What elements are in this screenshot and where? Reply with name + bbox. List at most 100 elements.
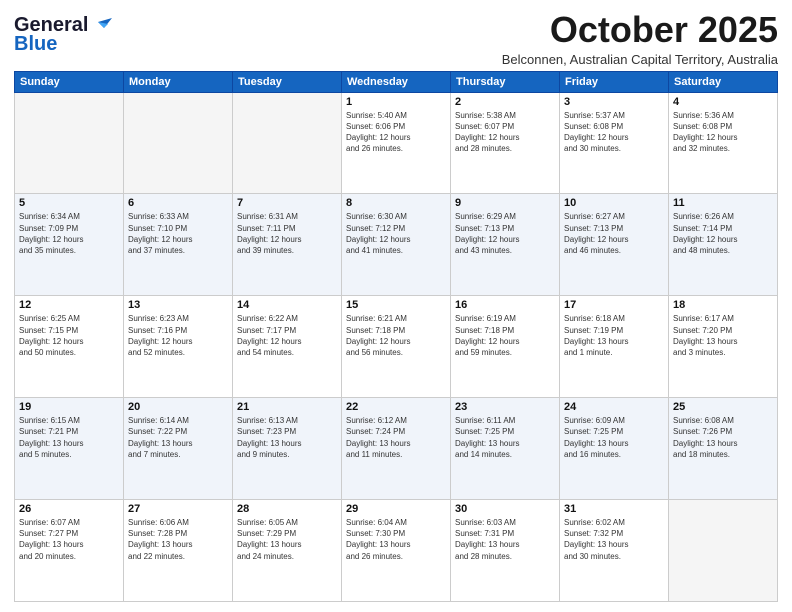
day-number: 18 <box>673 299 773 311</box>
day-number: 8 <box>346 197 446 209</box>
day-info: Sunrise: 6:18 AMSunset: 7:19 PMDaylight:… <box>564 313 664 358</box>
day-number: 10 <box>564 197 664 209</box>
day-info: Sunrise: 6:29 AMSunset: 7:13 PMDaylight:… <box>455 211 555 256</box>
day-info: Sunrise: 6:12 AMSunset: 7:24 PMDaylight:… <box>346 415 446 460</box>
day-info: Sunrise: 6:07 AMSunset: 7:27 PMDaylight:… <box>19 517 119 562</box>
day-info: Sunrise: 6:11 AMSunset: 7:25 PMDaylight:… <box>455 415 555 460</box>
table-row: 6Sunrise: 6:33 AMSunset: 7:10 PMDaylight… <box>124 194 233 296</box>
day-number: 6 <box>128 197 228 209</box>
table-row: 5 Sunrise: 6:34 AMSunset: 7:09 PMDaylight… <box>15 194 124 296</box>
day-number: 27 <box>128 503 228 515</box>
calendar-week-row: 5 Sunrise: 6:34 AMSunset: 7:09 PMDaylight… <box>15 194 778 296</box>
day-info: Sunrise: 6:27 AMSunset: 7:13 PMDaylight:… <box>564 211 664 256</box>
table-row <box>124 92 233 194</box>
day-info: Sunrise: 6:21 AMSunset: 7:18 PMDaylight:… <box>346 313 446 358</box>
table-row: 12Sunrise: 6:25 AMSunset: 7:15 PMDayligh… <box>15 296 124 398</box>
day-number: 25 <box>673 401 773 413</box>
table-row <box>15 92 124 194</box>
header-friday: Friday <box>560 71 669 92</box>
table-row: 3Sunrise: 5:37 AMSunset: 6:08 PMDaylight… <box>560 92 669 194</box>
day-number: 21 <box>237 401 337 413</box>
table-row: 23 Sunrise: 6:11 AMSunset: 7:25 PMDayligh… <box>451 398 560 500</box>
day-number: 24 <box>564 401 664 413</box>
day-number: 9 <box>455 197 555 209</box>
header-thursday: Thursday <box>451 71 560 92</box>
day-info: Sunrise: 6:19 AMSunset: 7:18 PMDaylight:… <box>455 313 555 358</box>
calendar-table: Sunday Monday Tuesday Wednesday Thursday… <box>14 71 778 602</box>
table-row: 19 Sunrise: 6:15 AMSunset: 7:21 PMDayligh… <box>15 398 124 500</box>
day-info: Sunrise: 5:40 AMSunset: 6:06 PMDaylight:… <box>346 110 446 155</box>
logo-bird-icon <box>90 18 112 34</box>
days-header-row: Sunday Monday Tuesday Wednesday Thursday… <box>15 71 778 92</box>
day-number: 13 <box>128 299 228 311</box>
day-number: 15 <box>346 299 446 311</box>
calendar-week-row: 19 Sunrise: 6:15 AMSunset: 7:21 PMDayligh… <box>15 398 778 500</box>
day-info: Sunrise: 6:02 AMSunset: 7:32 PMDaylight:… <box>564 517 664 562</box>
calendar-week-row: 1 Sunrise: 5:40 AMSunset: 6:06 PMDaylight… <box>15 92 778 194</box>
day-number: 2 <box>455 96 555 108</box>
table-row <box>233 92 342 194</box>
header-wednesday: Wednesday <box>342 71 451 92</box>
day-info: Sunrise: 5:37 AMSunset: 6:08 PMDaylight:… <box>564 110 664 155</box>
table-row: 20 Sunrise: 6:14 AMSunset: 7:22 PMDayligh… <box>124 398 233 500</box>
header: General Blue October 2025 Belconnen, Aus… <box>14 10 778 67</box>
table-row: 22 Sunrise: 6:12 AMSunset: 7:24 PMDayligh… <box>342 398 451 500</box>
day-number: 7 <box>237 197 337 209</box>
day-info: Sunrise: 6:06 AMSunset: 7:28 PMDaylight:… <box>128 517 228 562</box>
day-number: 12 <box>19 299 119 311</box>
day-info: Sunrise: 6:17 AMSunset: 7:20 PMDaylight:… <box>673 313 773 358</box>
table-row: 1 Sunrise: 5:40 AMSunset: 6:06 PMDaylight… <box>342 92 451 194</box>
day-number: 14 <box>237 299 337 311</box>
day-number: 11 <box>673 197 773 209</box>
day-number: 1 <box>346 96 446 108</box>
header-monday: Monday <box>124 71 233 92</box>
table-row: 31 Sunrise: 6:02 AMSunset: 7:32 PMDayligh… <box>560 500 669 602</box>
table-row: 8 Sunrise: 6:30 AMSunset: 7:12 PMDaylight… <box>342 194 451 296</box>
day-info: Sunrise: 6:15 AMSunset: 7:21 PMDaylight:… <box>19 415 119 460</box>
header-saturday: Saturday <box>669 71 778 92</box>
day-number: 30 <box>455 503 555 515</box>
table-row: 27 Sunrise: 6:06 AMSunset: 7:28 PMDayligh… <box>124 500 233 602</box>
day-number: 5 <box>19 197 119 209</box>
table-row: 4Sunrise: 5:36 AMSunset: 6:08 PMDaylight… <box>669 92 778 194</box>
calendar-subtitle: Belconnen, Australian Capital Territory,… <box>502 52 778 67</box>
day-number: 22 <box>346 401 446 413</box>
day-info: Sunrise: 6:09 AMSunset: 7:25 PMDaylight:… <box>564 415 664 460</box>
day-info: Sunrise: 6:08 AMSunset: 7:26 PMDaylight:… <box>673 415 773 460</box>
table-row: 11Sunrise: 6:26 AMSunset: 7:14 PMDayligh… <box>669 194 778 296</box>
title-block: October 2025 Belconnen, Australian Capit… <box>502 10 778 67</box>
table-row: 24 Sunrise: 6:09 AMSunset: 7:25 PMDayligh… <box>560 398 669 500</box>
day-info: Sunrise: 6:31 AMSunset: 7:11 PMDaylight:… <box>237 211 337 256</box>
day-number: 28 <box>237 503 337 515</box>
day-info: Sunrise: 6:30 AMSunset: 7:12 PMDaylight:… <box>346 211 446 256</box>
calendar-week-row: 26 Sunrise: 6:07 AMSunset: 7:27 PMDayligh… <box>15 500 778 602</box>
day-info: Sunrise: 6:34 AMSunset: 7:09 PMDaylight:… <box>19 211 119 256</box>
logo: General Blue <box>14 10 112 56</box>
day-info: Sunrise: 5:38 AMSunset: 6:07 PMDaylight:… <box>455 110 555 155</box>
day-info: Sunrise: 6:03 AMSunset: 7:31 PMDaylight:… <box>455 517 555 562</box>
table-row: 17 Sunrise: 6:18 AMSunset: 7:19 PMDayligh… <box>560 296 669 398</box>
table-row: 18 Sunrise: 6:17 AMSunset: 7:20 PMDayligh… <box>669 296 778 398</box>
table-row: 13 Sunrise: 6:23 AMSunset: 7:16 PMDayligh… <box>124 296 233 398</box>
day-number: 4 <box>673 96 773 108</box>
table-row: 29 Sunrise: 6:04 AMSunset: 7:30 PMDayligh… <box>342 500 451 602</box>
table-row: 14 Sunrise: 6:22 AMSunset: 7:17 PMDayligh… <box>233 296 342 398</box>
day-info: Sunrise: 6:14 AMSunset: 7:22 PMDaylight:… <box>128 415 228 460</box>
day-number: 23 <box>455 401 555 413</box>
day-number: 29 <box>346 503 446 515</box>
day-number: 20 <box>128 401 228 413</box>
day-info: Sunrise: 6:23 AMSunset: 7:16 PMDaylight:… <box>128 313 228 358</box>
day-number: 26 <box>19 503 119 515</box>
table-row: 30 Sunrise: 6:03 AMSunset: 7:31 PMDayligh… <box>451 500 560 602</box>
day-number: 17 <box>564 299 664 311</box>
calendar-title: October 2025 <box>502 10 778 50</box>
table-row: 16Sunrise: 6:19 AMSunset: 7:18 PMDayligh… <box>451 296 560 398</box>
table-row: 10 Sunrise: 6:27 AMSunset: 7:13 PMDayligh… <box>560 194 669 296</box>
day-info: Sunrise: 6:05 AMSunset: 7:29 PMDaylight:… <box>237 517 337 562</box>
day-info: Sunrise: 6:22 AMSunset: 7:17 PMDaylight:… <box>237 313 337 358</box>
logo-blue-text: Blue <box>14 33 57 56</box>
table-row: 15 Sunrise: 6:21 AMSunset: 7:18 PMDayligh… <box>342 296 451 398</box>
day-number: 19 <box>19 401 119 413</box>
day-info: Sunrise: 6:04 AMSunset: 7:30 PMDaylight:… <box>346 517 446 562</box>
day-number: 31 <box>564 503 664 515</box>
